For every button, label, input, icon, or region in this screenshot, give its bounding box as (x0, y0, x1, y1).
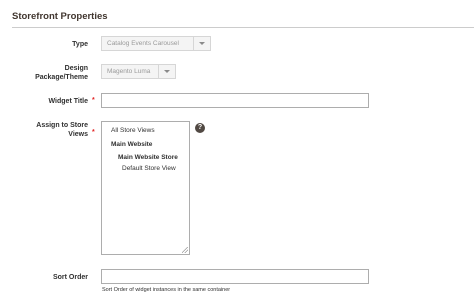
store-views-label: Assign to Store Views (0, 121, 88, 139)
store-views-label-line1: Assign to Store (36, 122, 88, 129)
widget-title-required-mark: * (92, 97, 95, 104)
store-option-main-website[interactable]: Main Website (111, 141, 152, 148)
store-views-label-line2: Views (68, 131, 88, 138)
design-theme-toggle[interactable] (158, 65, 175, 78)
section-title: Storefront Properties (12, 11, 108, 22)
chevron-down-icon (164, 70, 170, 73)
chevron-down-icon (199, 42, 205, 45)
design-label: Design Package/Theme (0, 64, 88, 82)
widget-title-input[interactable] (101, 93, 369, 108)
type-select-toggle[interactable] (193, 37, 210, 50)
section-divider (12, 27, 474, 28)
storefront-properties-page: Storefront Properties Type Catalog Event… (0, 0, 474, 300)
design-theme-select[interactable]: Magento Luma (101, 64, 176, 79)
type-select-value: Catalog Events Carousel (107, 40, 179, 47)
design-label-line2: Package/Theme (35, 74, 88, 81)
store-views-required-mark: * (92, 129, 95, 136)
type-select[interactable]: Catalog Events Carousel (101, 36, 211, 51)
store-option-main-website-store[interactable]: Main Website Store (118, 154, 178, 161)
store-option-all[interactable]: All Store Views (111, 127, 155, 134)
resize-grip-icon[interactable] (182, 247, 188, 253)
sort-order-note: Sort Order of widget instances in the sa… (102, 287, 231, 293)
widget-title-label: Widget Title (48, 98, 88, 105)
design-label-line1: Design (64, 65, 88, 72)
type-label: Type (72, 41, 88, 48)
store-option-default-store-view[interactable]: Default Store View (122, 165, 176, 172)
question-circle-icon[interactable]: ? (195, 123, 205, 133)
design-theme-value: Magento Luma (107, 68, 151, 75)
store-views-multiselect[interactable]: All Store Views Main Website Main Websit… (101, 121, 190, 255)
sort-order-input[interactable] (101, 269, 369, 284)
sort-order-label: Sort Order (52, 274, 88, 281)
